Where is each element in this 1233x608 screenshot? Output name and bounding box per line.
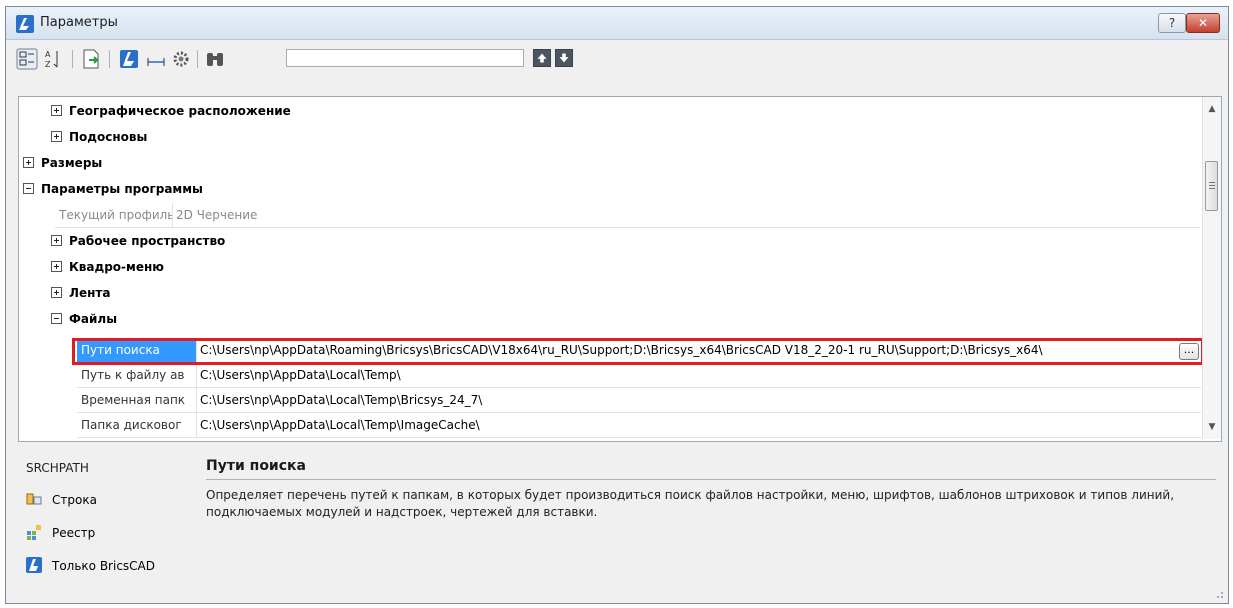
files-row-name: Пути поиска	[77, 338, 197, 362]
files-row[interactable]: Папка дисковог C:\Users\np\AppData\Local…	[77, 413, 1201, 438]
legend-item-bricscad-only: Только BricsCAD	[26, 557, 196, 575]
bricscad-logo-icon	[16, 15, 34, 33]
svg-text:A: A	[45, 50, 51, 59]
export-icon[interactable]	[80, 48, 102, 70]
bricscad-only-icon	[26, 557, 42, 573]
grip-icon	[1209, 182, 1215, 183]
toolbar-separator	[72, 50, 73, 68]
scroll-down-icon[interactable]: ▼	[1203, 419, 1221, 435]
bricscad-icon[interactable]	[118, 48, 140, 70]
collapse-icon[interactable]	[23, 183, 34, 194]
files-row-value[interactable]: C:\Users\np\AppData\Local\Temp\	[197, 363, 1197, 387]
tree-node-label: Размеры	[41, 156, 103, 170]
files-row-name: Папка дисковог	[77, 413, 197, 437]
files-row[interactable]: Временная папк C:\Users\np\AppData\Local…	[77, 388, 1201, 413]
scroll-up-icon[interactable]: ▲	[1203, 101, 1221, 117]
expand-icon[interactable]	[51, 131, 62, 142]
toolbar: A Z	[6, 40, 1228, 74]
tree-node-label: Квадро-меню	[69, 260, 164, 274]
tree-node[interactable]: Файлы	[19, 307, 1199, 332]
files-row[interactable]: Пути поиска C:\Users\np\AppData\Roaming\…	[77, 338, 1201, 363]
profile-value: 2D Черчение	[176, 208, 258, 222]
settings-icon[interactable]	[170, 48, 192, 70]
tree-node[interactable]: Рабочее пространство	[19, 229, 1199, 254]
tree-node[interactable]: Квадро-меню	[19, 255, 1199, 280]
alphabetic-icon[interactable]: A Z	[43, 48, 65, 70]
tree-node[interactable]: Размеры	[19, 151, 1199, 176]
files-row[interactable]: Путь к файлу ав C:\Users\np\AppData\Loca…	[77, 363, 1201, 388]
expand-icon[interactable]	[51, 261, 62, 272]
legend-label: Реестр	[52, 526, 96, 540]
profile-row[interactable]: Текущий профиль 2D Черчение	[55, 203, 1200, 228]
legend-item-registry: Реестр	[26, 524, 186, 542]
tree-node[interactable]: Подосновы	[19, 125, 1199, 150]
files-row-value[interactable]: C:\Users\np\AppData\Local\Temp\ImageCach…	[197, 413, 1197, 437]
window-title: Параметры	[40, 15, 118, 30]
svg-text:Z: Z	[45, 60, 51, 69]
find-icon[interactable]	[204, 48, 226, 70]
resize-grip-icon[interactable]	[1214, 589, 1224, 599]
tree-node[interactable]: Параметры программы	[19, 177, 1199, 202]
files-row-name: Путь к файлу ав	[77, 363, 197, 387]
width-icon[interactable]	[145, 48, 167, 70]
tree-node-label: Лента	[69, 286, 111, 300]
close-button[interactable]: ✕	[1186, 13, 1220, 33]
tree-node-label: Файлы	[69, 312, 118, 326]
help-button[interactable]: ?	[1158, 13, 1186, 33]
description-title: Пути поиска	[206, 458, 306, 474]
tree-node-label: Подосновы	[69, 130, 148, 144]
tree-node-label: Географическое расположение	[69, 104, 291, 118]
description-divider	[206, 479, 1216, 480]
collapse-icon[interactable]	[51, 313, 62, 324]
files-row-value[interactable]: C:\Users\np\AppData\Local\Temp\Bricsys_2…	[197, 388, 1197, 412]
title-bar: Параметры ? ✕	[6, 7, 1228, 40]
description-text: Определяет перечень путей к папкам, в ко…	[206, 488, 1175, 519]
legend-label: Строка	[52, 493, 97, 507]
info-panel: SRCHPATH Строка Реестр Только BricsCAD П…	[6, 447, 1228, 603]
tree-node-label: Рабочее пространство	[69, 234, 226, 248]
properties-tree: Географическое расположение Подосновы Ра…	[18, 96, 1222, 442]
expand-icon[interactable]	[51, 235, 62, 246]
variable-name: SRCHPATH	[26, 461, 89, 475]
toolbar-separator	[197, 50, 198, 68]
browse-button[interactable]: ...	[1179, 343, 1199, 360]
scroll-thumb[interactable]	[1205, 161, 1218, 211]
expand-icon[interactable]	[51, 105, 62, 116]
down-arrow-icon[interactable]	[555, 49, 573, 67]
profile-name: Текущий профиль	[55, 203, 173, 227]
expand-icon[interactable]	[51, 287, 62, 298]
expand-icon[interactable]	[23, 157, 34, 168]
tree-node[interactable]: Географическое расположение	[19, 99, 1199, 124]
legend-label: Только BricsCAD	[52, 559, 155, 573]
options-dialog: Параметры ? ✕ A Z Географическое располо…	[5, 6, 1229, 604]
legend-item-string: Строка	[26, 491, 186, 509]
registry-icon	[27, 525, 41, 540]
vertical-scrollbar[interactable]: ▲ ▼	[1202, 97, 1221, 439]
tree-node[interactable]: Лента	[19, 281, 1199, 306]
toolbar-separator	[109, 50, 110, 68]
string-icon	[26, 493, 42, 505]
categorized-icon[interactable]	[16, 48, 38, 70]
tree-node-label: Параметры программы	[41, 182, 203, 196]
search-input[interactable]	[286, 49, 524, 67]
files-row-value[interactable]: C:\Users\np\AppData\Roaming\Bricsys\Bric…	[197, 338, 1165, 362]
files-row-name: Временная папк	[77, 388, 197, 412]
up-arrow-icon[interactable]	[533, 49, 551, 67]
